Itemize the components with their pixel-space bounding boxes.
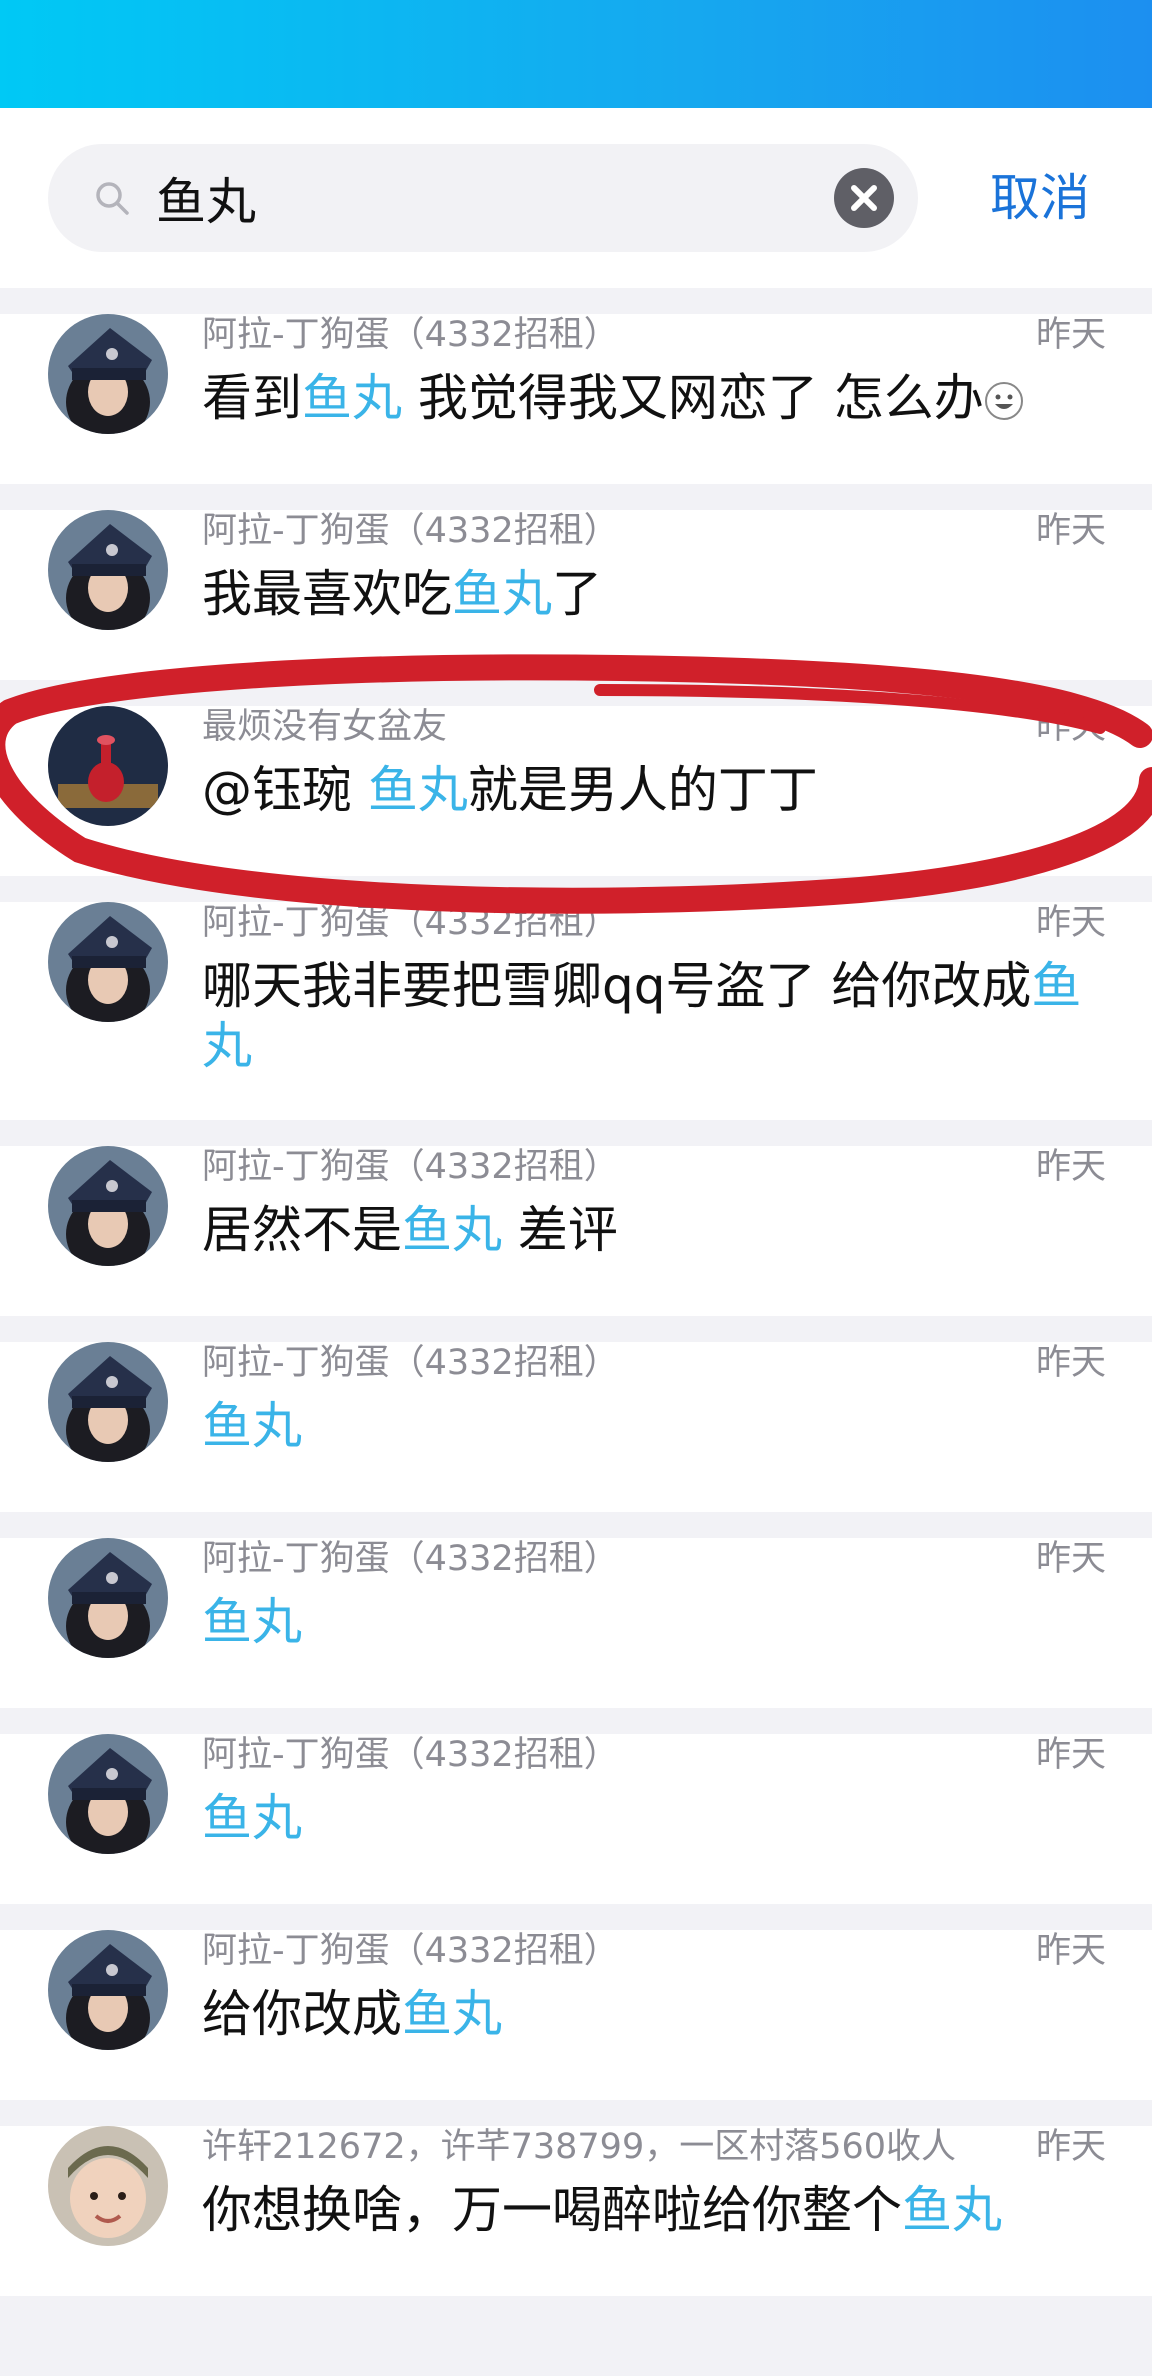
search-result-item[interactable]: 阿拉-丁狗蛋（4332招租） 昨天鱼丸: [0, 1342, 1152, 1512]
sender-name: 阿拉-丁狗蛋（4332招租）: [202, 903, 619, 943]
search-result-item[interactable]: 阿拉-丁狗蛋（4332招租） 昨天看到鱼丸 我觉得我又网恋了 怎么办: [0, 314, 1152, 484]
message-time: 昨天: [1035, 511, 1106, 551]
message-fragment: 我最喜欢吃: [202, 565, 452, 623]
sender-name: 阿拉-丁狗蛋（4332招租）: [202, 1343, 619, 1383]
message-time: 昨天: [1035, 1539, 1106, 1579]
search-result-item[interactable]: 阿拉-丁狗蛋（4332招租） 昨天鱼丸: [0, 1734, 1152, 1904]
search-header: 取消: [0, 108, 1152, 288]
keyword-highlight: 鱼丸: [302, 369, 402, 427]
search-result-item[interactable]: 许轩212672，许芊738799，一区村落560收人 昨天你想换啥，万一喝醉啦给…: [0, 2126, 1152, 2296]
keyword-highlight: 鱼丸: [402, 1985, 502, 2043]
message-text: 鱼丸: [202, 1788, 1107, 1848]
message-time: 昨天: [1035, 2127, 1106, 2167]
search-box[interactable]: [48, 144, 918, 252]
sender-name: 最烦没有女盆友: [202, 707, 448, 747]
grin-emoji-icon: [984, 374, 1024, 420]
sender-name: 阿拉-丁狗蛋（4332招租）: [202, 315, 619, 355]
avatar[interactable]: [48, 1930, 168, 2050]
message-text: 居然不是鱼丸 差评: [202, 1200, 1107, 1260]
search-result-item[interactable]: 阿拉-丁狗蛋（4332招租） 昨天哪天我非要把雪卿qq号盗了 给你改成鱼丸: [0, 902, 1152, 1120]
message-time: 昨天: [1035, 707, 1106, 747]
sender-name: 许轩212672，许芊738799，一区村落560收人: [202, 2127, 957, 2167]
avatar[interactable]: [48, 1538, 168, 1658]
message-time: 昨天: [1035, 1931, 1106, 1971]
message-fragment: 看到: [202, 369, 302, 427]
sender-name: 阿拉-丁狗蛋（4332招租）: [202, 1735, 619, 1775]
avatar[interactable]: [48, 1146, 168, 1266]
message-fragment: 哪天我非要把雪卿qq号盗了 给你改成: [202, 957, 1032, 1015]
message-text: @钰琬 鱼丸就是男人的丁丁: [202, 760, 1107, 820]
message-fragment: 我觉得我又网恋了 怎么办: [402, 369, 984, 427]
search-result-item[interactable]: 阿拉-丁狗蛋（4332招租） 昨天我最喜欢吃鱼丸了: [0, 510, 1152, 680]
message-fragment: @钰琬: [202, 761, 368, 819]
message-fragment: 差评: [502, 1201, 618, 1259]
sender-name: 阿拉-丁狗蛋（4332招租）: [202, 1931, 619, 1971]
avatar[interactable]: [48, 1342, 168, 1462]
message-text: 鱼丸: [202, 1396, 1107, 1456]
message-fragment: 居然不是: [202, 1201, 402, 1259]
sender-name: 阿拉-丁狗蛋（4332招租）: [202, 1147, 619, 1187]
sender-name: 阿拉-丁狗蛋（4332招租）: [202, 1539, 619, 1579]
message-fragment: 了: [552, 565, 602, 623]
keyword-highlight: 鱼丸: [452, 565, 552, 623]
keyword-highlight: 鱼丸: [902, 2181, 1002, 2239]
avatar[interactable]: [48, 902, 168, 1022]
search-input[interactable]: [156, 144, 856, 252]
avatar[interactable]: [48, 706, 168, 826]
sender-name: 阿拉-丁狗蛋（4332招租）: [202, 511, 619, 551]
search-result-item[interactable]: 最烦没有女盆友 昨天 @钰琬 鱼丸就是男人的丁丁: [0, 706, 1152, 876]
keyword-highlight: 鱼丸: [202, 1789, 302, 1847]
avatar[interactable]: [48, 2126, 168, 2246]
avatar[interactable]: [48, 314, 168, 434]
message-text: 看到鱼丸 我觉得我又网恋了 怎么办: [202, 368, 1107, 428]
message-time: 昨天: [1035, 903, 1106, 943]
avatar[interactable]: [48, 1734, 168, 1854]
close-icon: [851, 185, 877, 211]
search-icon: [96, 182, 129, 215]
message-time: 昨天: [1035, 1147, 1106, 1187]
message-text: 给你改成鱼丸: [202, 1984, 1107, 2044]
status-bar: [0, 0, 1152, 108]
cancel-button[interactable]: 取消: [980, 144, 1100, 252]
avatar[interactable]: [48, 510, 168, 630]
message-text: 鱼丸: [202, 1592, 1107, 1652]
message-time: 昨天: [1035, 315, 1106, 355]
keyword-highlight: 鱼丸: [402, 1201, 502, 1259]
keyword-highlight: 鱼丸: [202, 1593, 302, 1651]
clear-search-button[interactable]: [834, 168, 894, 228]
message-text: 哪天我非要把雪卿qq号盗了 给你改成鱼丸: [202, 956, 1107, 1076]
search-result-item[interactable]: 阿拉-丁狗蛋（4332招租） 昨天居然不是鱼丸 差评: [0, 1146, 1152, 1316]
keyword-highlight: 鱼丸: [202, 1397, 302, 1455]
message-fragment: 给你改成: [202, 1985, 402, 2043]
message-fragment: 就是男人的丁丁: [467, 761, 818, 819]
message-time: 昨天: [1035, 1735, 1106, 1775]
message-fragment: 你想换啥，万一喝醉啦给你整个: [202, 2181, 902, 2239]
message-text: 我最喜欢吃鱼丸了: [202, 564, 1107, 624]
message-text: 你想换啥，万一喝醉啦给你整个鱼丸: [202, 2180, 1107, 2240]
message-time: 昨天: [1035, 1343, 1106, 1383]
search-result-item[interactable]: 阿拉-丁狗蛋（4332招租） 昨天鱼丸: [0, 1538, 1152, 1708]
search-result-item[interactable]: 阿拉-丁狗蛋（4332招租） 昨天给你改成鱼丸: [0, 1930, 1152, 2100]
keyword-highlight: 鱼丸: [367, 761, 468, 819]
